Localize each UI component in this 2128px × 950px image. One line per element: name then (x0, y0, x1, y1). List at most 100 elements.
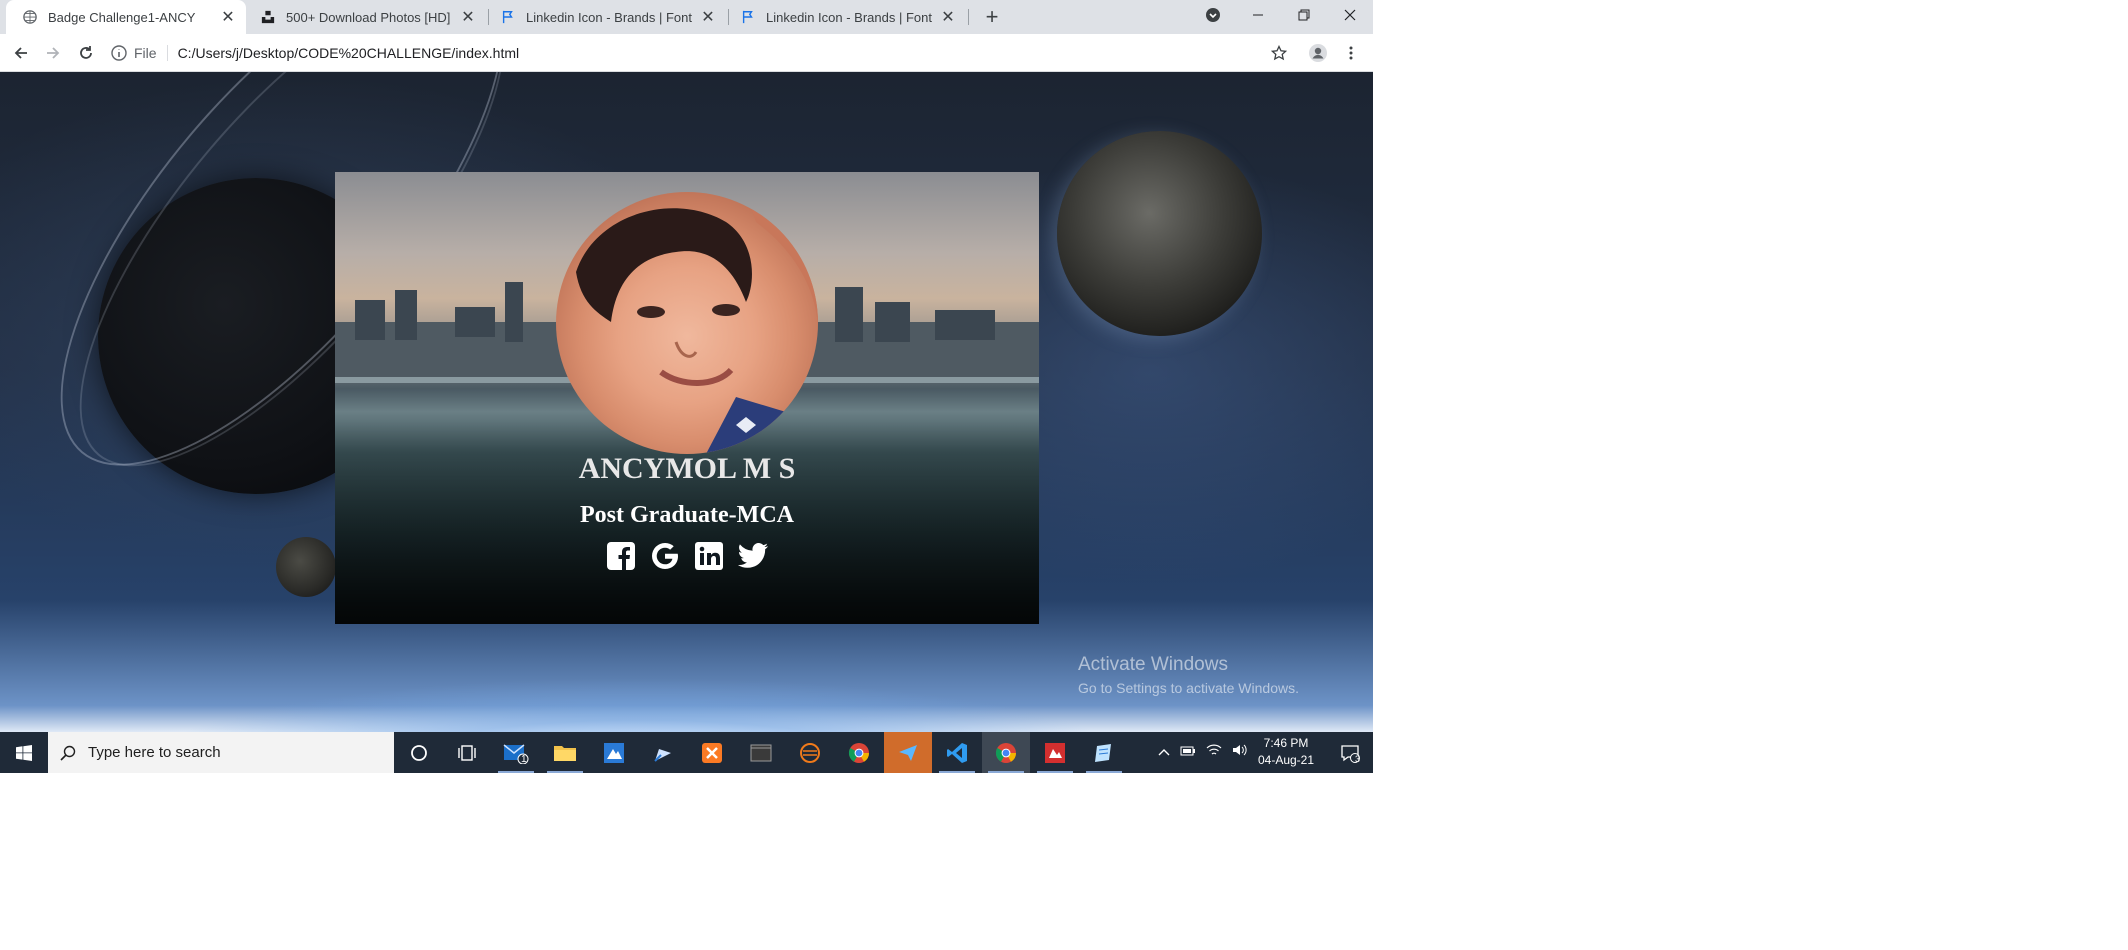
planet-small (276, 537, 336, 597)
profile-name: ANCYMOL M S (578, 452, 796, 485)
running-indicator (498, 771, 534, 773)
running-indicator (939, 771, 975, 773)
terminal-button[interactable] (737, 732, 785, 773)
tab-bar: Badge Challenge1-ANCY ✕ 500+ Download Ph… (0, 0, 1373, 34)
notes-app-button[interactable] (1080, 732, 1128, 773)
clock[interactable]: 7:46 PM 04-Aug-21 (1250, 735, 1322, 769)
paint-icon (604, 742, 624, 763)
restore-icon (1298, 9, 1310, 21)
linkedin-icon[interactable] (693, 540, 725, 572)
taskbar: Type here to search 1 7:46 PM 04-Aug-21 … (0, 732, 1373, 773)
profile-card: ANCYMOL M S Post Graduate-MCA (335, 172, 1039, 624)
avatar (556, 192, 818, 454)
forward-button[interactable] (41, 41, 65, 65)
tab-title: Linkedin Icon - Brands | Font Awe (526, 9, 694, 25)
wifi-icon[interactable] (1206, 743, 1222, 762)
photo-editor-button[interactable] (1031, 732, 1079, 773)
paper-plane-app-button[interactable] (884, 732, 932, 773)
tab-linkedin-icon[interactable]: Linkedin Icon - Brands | Font Awe ✕ (490, 0, 726, 34)
snip-tool-button[interactable] (639, 732, 687, 773)
action-center-button[interactable]: 3 (1328, 732, 1372, 773)
tab-title: Linkedin Icon - Brands | Font Awe (766, 9, 934, 25)
kebab-menu-icon (1349, 46, 1353, 60)
tab-separator (488, 9, 489, 25)
divider (166, 44, 168, 61)
profile-button[interactable] (1306, 41, 1330, 65)
xampp-icon (702, 742, 722, 763)
info-icon[interactable] (110, 44, 128, 62)
bookmark-button[interactable] (1267, 41, 1291, 65)
fontawesome-flag-icon (740, 9, 756, 25)
taskbar-search-box[interactable]: Type here to search (48, 732, 394, 773)
cortana-icon (411, 744, 427, 761)
file-explorer-button[interactable] (541, 732, 589, 773)
minimize-icon (1253, 14, 1263, 16)
notification-count: 3 (1355, 754, 1361, 764)
unsplash-icon (260, 9, 276, 25)
url-text[interactable]: C:/Users/j/Desktop/CODE%20CHALLENGE/inde… (178, 45, 520, 61)
social-links (335, 540, 1039, 572)
forward-arrow-icon (47, 47, 60, 59)
task-view-icon (458, 744, 476, 761)
running-indicator (1086, 771, 1122, 773)
tab-separator (728, 9, 729, 25)
url-scheme: File (134, 44, 157, 61)
twitter-icon[interactable] (737, 540, 769, 572)
tab-title: 500+ Download Photos [HD] | Do (286, 9, 454, 25)
close-icon[interactable]: ✕ (700, 9, 716, 26)
new-tab-button[interactable]: + (980, 4, 1004, 29)
windows-logo-icon (16, 744, 32, 761)
google-icon[interactable] (649, 540, 681, 572)
page-viewport: ANCYMOL M S Post Graduate-MCA Activate W… (0, 72, 1373, 732)
chevron-down-icon (1206, 8, 1220, 22)
tab-title: Badge Challenge1-ANCY (48, 9, 196, 25)
running-indicator (1037, 771, 1073, 773)
close-icon (1344, 9, 1356, 21)
building (835, 287, 863, 342)
mail-badge: 1 (521, 754, 527, 765)
system-tray (1158, 732, 1248, 773)
paper-plane-icon (899, 744, 917, 761)
start-button[interactable] (0, 732, 48, 773)
folder-icon (554, 745, 576, 761)
back-button[interactable] (9, 41, 33, 65)
cortana-button[interactable] (395, 732, 443, 773)
restore-button[interactable] (1281, 0, 1327, 30)
mail-app-button[interactable]: 1 (492, 732, 540, 773)
vscode-button[interactable] (933, 732, 981, 773)
planet-grey (1057, 131, 1262, 336)
minimize-button[interactable] (1235, 0, 1281, 30)
search-icon (48, 745, 88, 761)
battery-icon[interactable] (1180, 744, 1196, 762)
running-indicator (988, 771, 1024, 773)
tab-download-photos[interactable]: 500+ Download Photos [HD] | Do ✕ (250, 0, 486, 34)
chrome-icon (995, 742, 1017, 763)
building (395, 290, 417, 340)
close-icon[interactable]: ✕ (460, 9, 476, 26)
chevron-up-icon[interactable] (1158, 744, 1170, 762)
eclipse-icon (800, 742, 820, 763)
eclipse-button[interactable] (786, 732, 834, 773)
close-icon[interactable]: ✕ (940, 9, 956, 26)
watermark-title: Activate Windows (1078, 654, 1228, 675)
close-window-button[interactable] (1327, 0, 1373, 30)
xampp-button[interactable] (688, 732, 736, 773)
chrome-button[interactable] (835, 732, 883, 773)
tab-linkedin-icon-2[interactable]: Linkedin Icon - Brands | Font Awe ✕ (730, 0, 966, 34)
menu-button[interactable] (1339, 41, 1363, 65)
tab-badge-challenge[interactable]: Badge Challenge1-ANCY ✕ (6, 0, 246, 34)
facebook-icon[interactable] (605, 540, 637, 572)
reload-button[interactable] (74, 41, 98, 65)
tab-search-button[interactable] (1190, 0, 1236, 30)
fontawesome-flag-icon (500, 9, 516, 25)
search-placeholder: Type here to search (88, 744, 221, 761)
address-bar[interactable]: File C:/Users/j/Desktop/CODE%20CHALLENGE… (110, 38, 1310, 67)
tab-separator (968, 9, 969, 25)
screen: Badge Challenge1-ANCY ✕ 500+ Download Ph… (0, 0, 1373, 773)
chrome-active-button[interactable] (982, 732, 1030, 773)
clock-date: 04-Aug-21 (1257, 753, 1315, 767)
paint-app-button[interactable] (590, 732, 638, 773)
close-icon[interactable]: ✕ (220, 9, 236, 26)
task-view-button[interactable] (443, 732, 491, 773)
volume-icon[interactable] (1232, 743, 1248, 762)
